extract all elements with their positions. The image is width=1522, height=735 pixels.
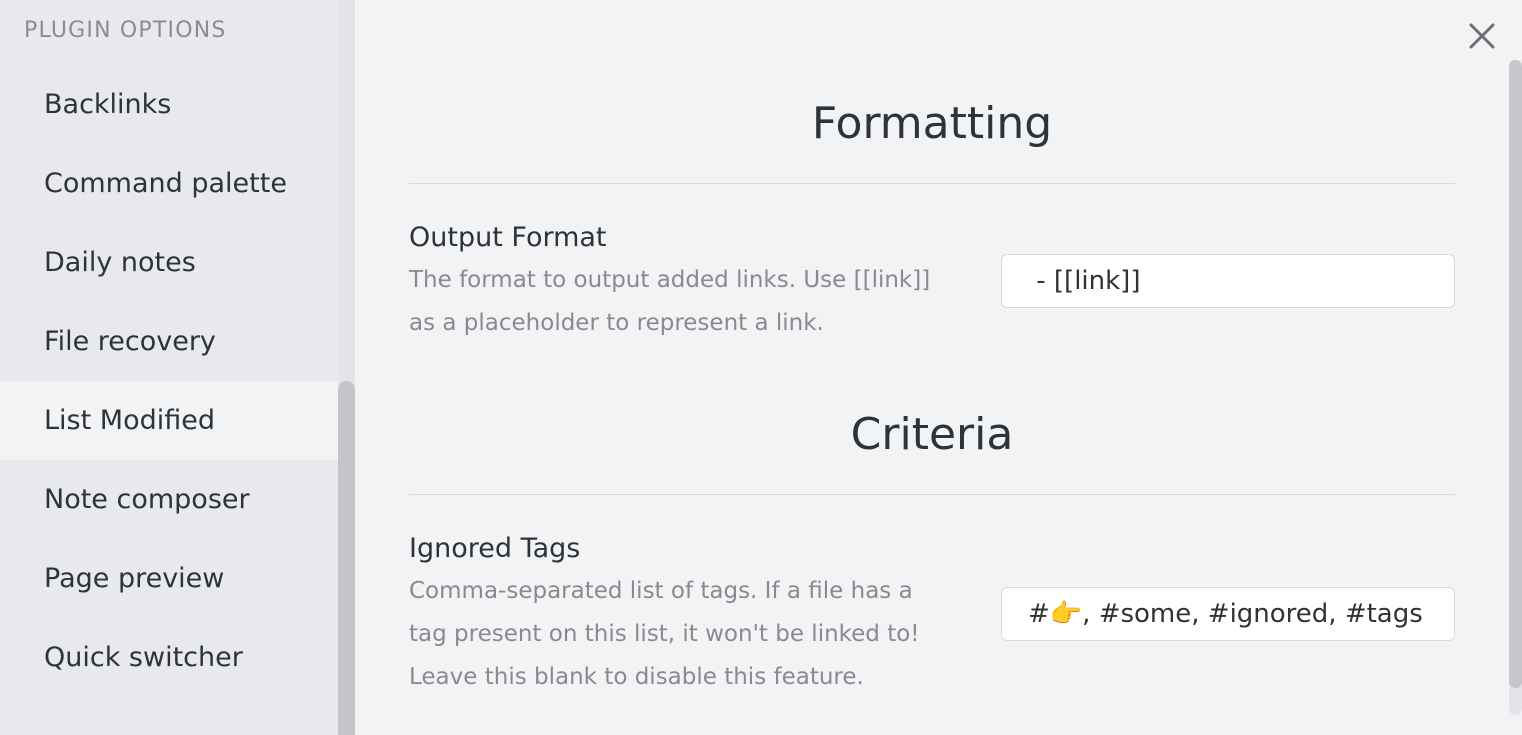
ignored-tags-input[interactable] xyxy=(1001,587,1455,641)
ignored-tags-description-line: tag present on this list, it won't be li… xyxy=(409,621,920,647)
sidebar-item-list-modified[interactable]: List Modified xyxy=(0,381,338,460)
formatting-heading: Formatting xyxy=(811,98,1053,149)
sidebar-item-quick-switcher[interactable]: Quick switcher xyxy=(0,618,338,697)
criteria-heading: Criteria xyxy=(850,409,1014,460)
sidebar-scrollbar-thumb[interactable] xyxy=(338,381,355,735)
ignored-tags-description-line: Leave this blank to disable this feature… xyxy=(409,664,864,690)
output-format-input[interactable] xyxy=(1001,254,1455,308)
ignored-tags-label: Ignored Tags xyxy=(409,533,581,564)
sidebar-item-page-preview[interactable]: Page preview xyxy=(0,539,338,618)
sidebar-item-file-recovery[interactable]: File recovery xyxy=(0,302,338,381)
plugin-options-sidebar: PLUGIN OPTIONS Backlinks Command palette… xyxy=(0,0,338,735)
criteria-divider xyxy=(409,494,1455,495)
ignored-tags-description-line: Comma-separated list of tags. If a file … xyxy=(409,578,913,604)
close-icon xyxy=(1469,23,1495,49)
output-format-description: The format to output added links. Use [[… xyxy=(409,259,964,345)
close-button[interactable] xyxy=(1466,20,1498,52)
sidebar-heading: PLUGIN OPTIONS xyxy=(24,18,227,43)
sidebar-item-daily-notes[interactable]: Daily notes xyxy=(0,223,338,302)
ignored-tags-description: Comma-separated list of tags. If a file … xyxy=(409,570,964,699)
content-scrollbar-thumb[interactable] xyxy=(1509,60,1522,688)
sidebar-item-command-palette[interactable]: Command palette xyxy=(0,144,338,223)
output-format-description-line: The format to output added links. Use [[… xyxy=(409,267,931,293)
sidebar-item-backlinks[interactable]: Backlinks xyxy=(0,65,338,144)
output-format-description-line: as a placeholder to represent a link. xyxy=(409,310,824,336)
sidebar-item-note-composer[interactable]: Note composer xyxy=(0,460,338,539)
formatting-divider xyxy=(409,183,1455,184)
output-format-label: Output Format xyxy=(409,222,607,253)
